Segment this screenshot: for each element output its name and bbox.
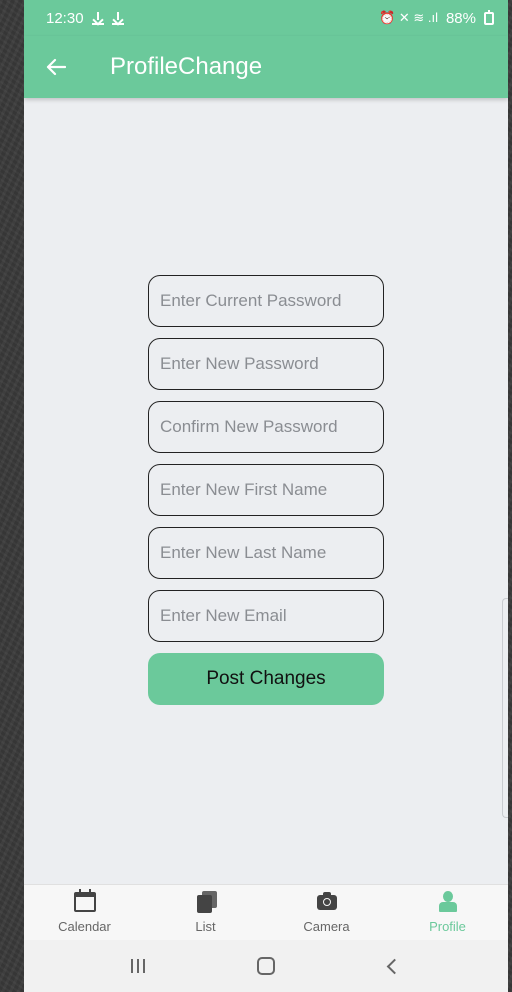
home-icon (257, 957, 275, 975)
download-icon (111, 11, 124, 25)
scrollbar[interactable] (502, 598, 508, 818)
tab-label: Camera (303, 919, 350, 934)
person-icon (437, 891, 459, 913)
tab-profile[interactable]: Profile (387, 885, 508, 940)
camera-icon (316, 891, 337, 910)
download-icon (91, 11, 104, 25)
system-back-button[interactable] (364, 946, 424, 986)
chevron-left-icon (386, 958, 402, 974)
list-icon (195, 891, 217, 913)
first-name-input[interactable] (148, 464, 384, 516)
back-button[interactable] (24, 36, 88, 98)
tab-list[interactable]: List (145, 885, 266, 940)
status-time: 12:30 (46, 9, 84, 27)
tab-camera[interactable]: Camera (266, 885, 387, 940)
tab-label: List (195, 919, 216, 934)
tab-calendar[interactable]: Calendar (24, 885, 145, 940)
recents-button[interactable] (108, 946, 168, 986)
status-bar: 12:30 ⏰ ✕ ≋ .ıl 88% (24, 0, 508, 36)
email-input[interactable] (148, 590, 384, 642)
post-changes-button[interactable]: Post Changes (148, 653, 384, 705)
profile-change-form: Post Changes (148, 275, 384, 705)
battery-icon (484, 9, 494, 25)
page-title: ProfileChange (110, 53, 263, 80)
current-password-input[interactable] (148, 275, 384, 327)
tab-label: Calendar (58, 919, 111, 934)
battery-percent: 88% (445, 9, 476, 27)
arrow-left-icon (46, 58, 66, 76)
app-bar: ProfileChange (24, 36, 508, 98)
status-left: 12:30 (46, 10, 124, 27)
system-nav-bar (24, 940, 508, 992)
new-password-input[interactable] (148, 338, 384, 390)
home-button[interactable] (236, 946, 296, 986)
calendar-icon (73, 889, 96, 912)
bottom-nav: Calendar List Camera Profile (24, 884, 508, 940)
recents-icon (131, 959, 145, 973)
status-right: ⏰ ✕ ≋ .ıl 88% (379, 9, 494, 27)
tab-label: Profile (429, 919, 466, 934)
status-indicators: ⏰ ✕ ≋ .ıl (379, 10, 438, 25)
last-name-input[interactable] (148, 527, 384, 579)
phone-screen: 12:30 ⏰ ✕ ≋ .ıl 88% ProfileChange Post C… (24, 0, 508, 992)
confirm-password-input[interactable] (148, 401, 384, 453)
